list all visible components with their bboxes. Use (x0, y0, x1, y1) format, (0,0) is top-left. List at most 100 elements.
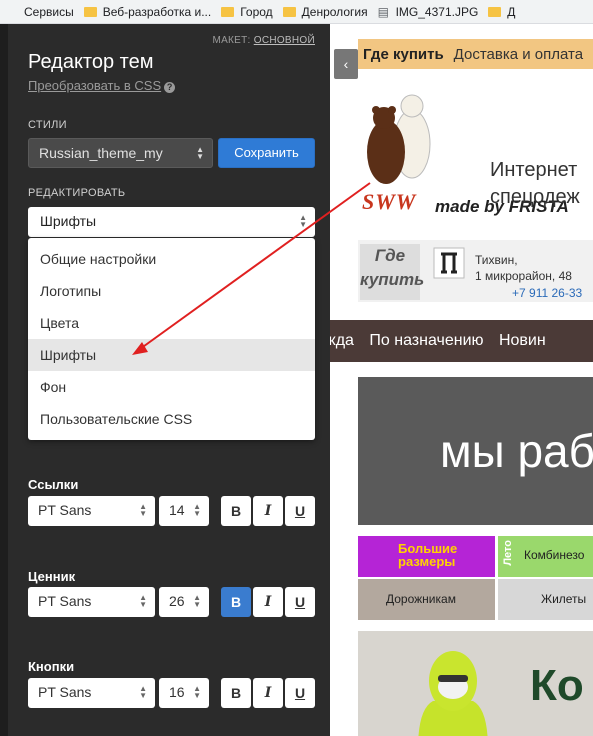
underline-toggle-buttons[interactable]: U (285, 678, 315, 708)
menu-item-custom-css[interactable]: Пользовательские CSS (28, 403, 315, 435)
folder-icon (221, 6, 235, 17)
font-label-price: Ценник (28, 569, 76, 584)
font-family-select-price[interactable]: PT Sans ▲ ▼ (28, 587, 155, 617)
bookmark-label: Город (240, 4, 273, 19)
font-size-select-price[interactable]: 26 ▲ ▼ (159, 587, 209, 617)
collapse-panel-button[interactable]: ‹ (334, 49, 358, 79)
edit-label: РЕДАКТИРОВАТЬ (28, 187, 126, 199)
italic-toggle-links[interactable]: I (253, 496, 283, 526)
underline-toggle-price[interactable]: U (285, 587, 315, 617)
store-info: Где купить Тихвин, 1 микрорайон, 48 +7 9… (358, 240, 593, 302)
updown-arrow-icon: ▲ ▼ (139, 502, 147, 518)
category-item[interactable]: Новин (499, 332, 546, 349)
italic-toggle-price[interactable]: I (253, 587, 283, 617)
bold-toggle-buttons[interactable]: B (221, 678, 251, 708)
font-label-buttons: Кнопки (28, 659, 75, 674)
brand-sww: SWW (362, 189, 417, 214)
tile-overalls[interactable]: Лето Комбинезо (498, 536, 593, 577)
category-nav: жда По назначению Новин (330, 320, 593, 362)
bookmark-label: IMG_4371.JPG (395, 4, 479, 19)
style-select-value: Russian_theme_my (39, 145, 163, 161)
bold-toggle-links[interactable]: B (221, 496, 251, 526)
menu-item-general[interactable]: Общие настройки (28, 243, 315, 275)
tile-line: размеры (398, 554, 456, 569)
font-size-value: 26 (169, 593, 185, 609)
where-to-buy-badge[interactable]: Где купить (360, 244, 425, 300)
updown-arrow-icon: ▲ ▼ (193, 684, 201, 700)
store-phone[interactable]: +7 911 26-33 (512, 286, 582, 300)
updown-arrow-icon: ▲ ▼ (193, 593, 201, 609)
folder-icon (83, 6, 97, 17)
style-select[interactable]: Russian_theme_my ▲ ▼ (28, 138, 213, 168)
font-size-select-links[interactable]: 14 ▲ ▼ (159, 496, 209, 526)
nav-where-to-buy[interactable]: Где купить (358, 46, 454, 63)
font-size-value: 14 (169, 502, 185, 518)
file-icon: ▤ (377, 4, 389, 19)
menu-item-fonts[interactable]: Шрифты (28, 339, 315, 371)
help-icon[interactable]: ? (164, 82, 176, 93)
bookmark-label: Денрология (301, 4, 368, 19)
bookmark-img[interactable]: ▤ IMG_4371.JPG (378, 5, 479, 19)
edit-section-dropdown: Общие настройки Логотипы Цвета Шрифты Фо… (28, 238, 315, 440)
tile-summer-label: Лето (502, 540, 514, 566)
menu-item-colors[interactable]: Цвета (28, 307, 315, 339)
updown-arrow-icon: ▲ ▼ (196, 145, 204, 161)
bookmark-services[interactable]: Сервисы (6, 5, 74, 19)
edit-section-select[interactable]: Шрифты ▲ ▼ (28, 207, 315, 237)
bold-toggle-price[interactable]: B (221, 587, 251, 617)
font-family-value: PT Sans (38, 502, 92, 518)
hero-image[interactable]: Ко (358, 631, 593, 736)
font-size-value: 16 (169, 684, 185, 700)
font-size-select-buttons[interactable]: 16 ▲ ▼ (159, 678, 209, 708)
bookmark-label: Сервисы (24, 4, 74, 19)
hero-text: Ко (530, 661, 584, 710)
layout-indicator: МАКЕТ: ОСНОВНОЙ (212, 35, 315, 46)
underline-toggle-links[interactable]: U (285, 496, 315, 526)
styles-label: СТИЛИ (28, 119, 67, 131)
edit-select-value: Шрифты (40, 213, 97, 229)
bears-logo-icon (367, 94, 431, 184)
font-family-value: PT Sans (38, 593, 92, 609)
store-title-line: Интернет (490, 159, 578, 181)
menu-item-background[interactable]: Фон (28, 371, 315, 403)
font-family-value: PT Sans (38, 684, 92, 700)
address-line: 1 микрорайон, 48 (475, 269, 572, 283)
address-line: Тихвин, (475, 253, 518, 267)
site-top-nav: Где купить Доставка и оплата (358, 39, 593, 69)
apps-icon (6, 6, 18, 18)
bookmark-label: Веб-разработка и... (102, 4, 212, 19)
font-family-select-links[interactable]: PT Sans ▲ ▼ (28, 496, 155, 526)
bookmark-webdev[interactable]: Веб-разработка и... (83, 4, 212, 19)
convert-to-css-link[interactable]: Преобразовать в CSS? (28, 78, 176, 93)
updown-arrow-icon: ▲ ▼ (299, 213, 307, 229)
save-button[interactable]: Сохранить (218, 138, 315, 168)
worker-figure-icon (418, 651, 488, 736)
italic-toggle-buttons[interactable]: I (253, 678, 283, 708)
location-icon (433, 247, 465, 279)
badge-line: купить (360, 270, 425, 289)
nav-delivery[interactable]: Доставка и оплата (454, 46, 583, 63)
updown-arrow-icon: ▲ ▼ (139, 684, 147, 700)
bookmark-dendrology[interactable]: Денрология (282, 4, 368, 19)
tile-road-workers[interactable]: Дорожникам (358, 579, 495, 620)
promo-banner[interactable]: мы раб (358, 377, 593, 525)
store-title: Интернет спецодеж (490, 157, 580, 211)
layout-label: МАКЕТ: (212, 35, 251, 46)
category-item[interactable]: По назначению (369, 332, 483, 349)
tile-vests[interactable]: Жилеты (498, 579, 593, 620)
category-tiles: Большие размеры Лето Комбинезо Дорожника… (358, 536, 593, 620)
font-family-select-buttons[interactable]: PT Sans ▲ ▼ (28, 678, 155, 708)
category-item[interactable]: жда (330, 332, 354, 349)
site-preview: Где купить Доставка и оплата ‹ SWW made … (330, 24, 593, 736)
convert-link-label: Преобразовать в CSS (28, 78, 162, 93)
bookmarks-bar: Сервисы Веб-разработка и... Город Денрол… (0, 0, 593, 24)
bookmark-label: Д (507, 4, 516, 19)
bookmark-d[interactable]: Д (488, 5, 515, 19)
menu-item-logos[interactable]: Логотипы (28, 275, 315, 307)
tile-label: Комбинезо (524, 548, 585, 562)
tile-big-sizes[interactable]: Большие размеры (358, 536, 495, 577)
font-label-links: Ссылки (28, 477, 79, 492)
layout-link[interactable]: ОСНОВНОЙ (254, 35, 315, 46)
bookmark-city[interactable]: Город (221, 4, 273, 19)
theme-editor-panel: МАКЕТ: ОСНОВНОЙ Редактор тем Преобразова… (0, 24, 330, 736)
